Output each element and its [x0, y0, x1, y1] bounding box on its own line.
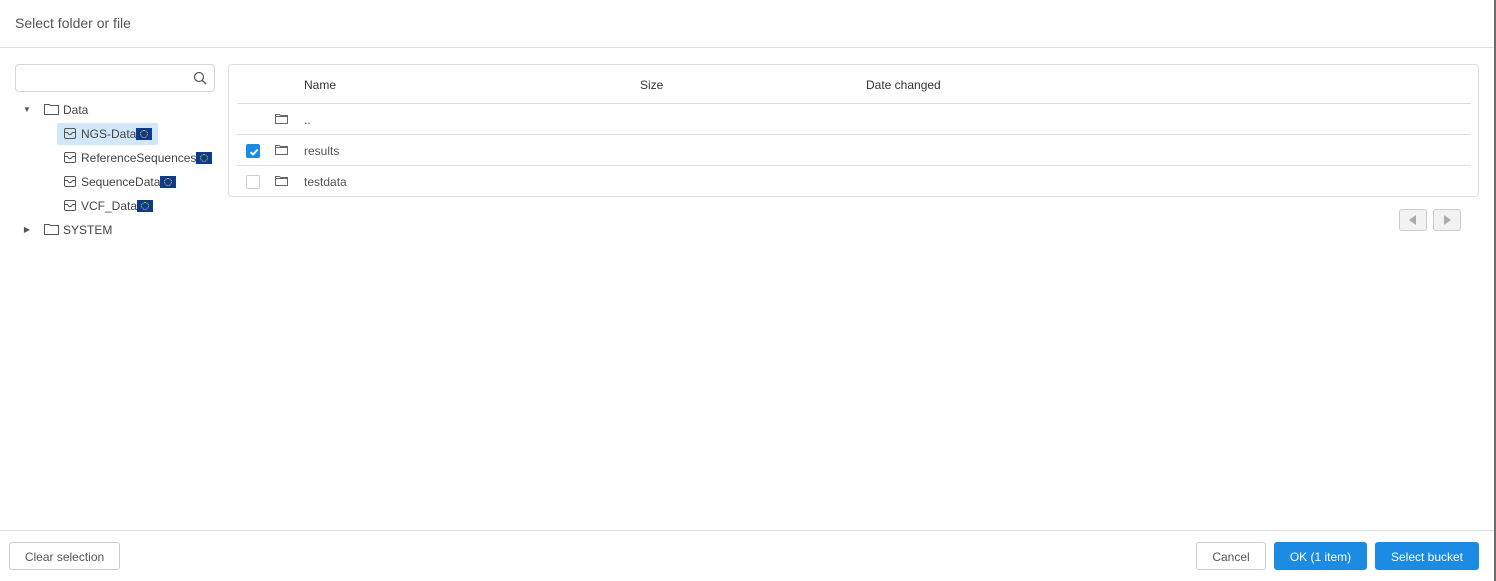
tree-item-ngs-data[interactable]: NGS-Data: [15, 122, 220, 146]
file-list-panel: Name Size Date changed .. results testda…: [228, 64, 1479, 197]
row-name: testdata: [304, 175, 347, 189]
row-checkbox[interactable]: [246, 175, 260, 189]
folder-icon: [44, 224, 59, 235]
eu-flag-icon: [137, 200, 154, 212]
bucket-icon: [64, 128, 76, 139]
tree-item-vcf-data[interactable]: VCF_Data: [15, 194, 220, 218]
tree-item-pill[interactable]: NGS-Data: [57, 123, 159, 145]
column-header-date[interactable]: Date changed: [866, 78, 941, 92]
next-page-button[interactable]: [1433, 209, 1461, 231]
table-header: Name Size Date changed: [237, 65, 1471, 104]
tree-node-system[interactable]: ▶ SYSTEM: [15, 218, 220, 242]
folder-icon: [275, 176, 288, 186]
dialog-footer: Clear selection Cancel OK (1 item) Selec…: [0, 530, 1494, 581]
eu-flag-icon: [136, 128, 153, 140]
tree-item-label: ReferenceSequences: [81, 151, 197, 165]
folder-icon: [44, 104, 59, 115]
column-header-size[interactable]: Size: [640, 78, 663, 92]
tree-item-label: SequenceData: [81, 175, 161, 189]
caret-down-icon[interactable]: ▼: [22, 98, 32, 122]
bucket-icon: [64, 200, 76, 211]
tree-item-referencesequences[interactable]: ReferenceSequences: [15, 146, 220, 170]
table-row[interactable]: testdata: [237, 166, 1471, 197]
search-box[interactable]: [15, 64, 215, 92]
dialog-header: Select folder or file: [0, 0, 1494, 48]
checkmark-icon: [249, 148, 259, 156]
select-bucket-button[interactable]: Select bucket: [1375, 542, 1479, 570]
row-name: ..: [304, 113, 311, 127]
column-header-name[interactable]: Name: [304, 78, 336, 92]
caret-right-icon[interactable]: ▶: [22, 218, 32, 242]
folder-icon: [275, 114, 288, 124]
tree-node-label: Data: [63, 103, 89, 117]
tree-node-label: SYSTEM: [63, 223, 113, 237]
folder-icon: [275, 145, 288, 155]
row-name: results: [304, 144, 340, 158]
table-row-parent[interactable]: ..: [237, 104, 1471, 135]
tree-item-sequencedata[interactable]: SequenceData: [15, 170, 220, 194]
previous-page-button[interactable]: [1399, 209, 1427, 231]
ok-button[interactable]: OK (1 item): [1274, 542, 1367, 570]
row-checkbox[interactable]: [246, 144, 260, 158]
tree-item-pill[interactable]: SequenceData: [57, 171, 182, 193]
bucket-icon: [64, 176, 76, 187]
dialog-title: Select folder or file: [15, 15, 131, 31]
clear-selection-button[interactable]: Clear selection: [9, 542, 120, 570]
bucket-icon: [64, 152, 76, 163]
search-input[interactable]: [16, 65, 186, 91]
tree-item-label: NGS-Data: [81, 127, 137, 141]
arrow-right-icon: [1444, 215, 1451, 225]
arrow-left-icon: [1409, 215, 1416, 225]
eu-flag-icon: [196, 152, 213, 164]
tree-item-label: VCF_Data: [81, 199, 138, 213]
tree-item-pill[interactable]: ReferenceSequences: [57, 147, 218, 169]
tree-node-data[interactable]: ▼ Data: [15, 98, 220, 122]
cancel-button[interactable]: Cancel: [1196, 542, 1266, 570]
search-icon[interactable]: [193, 71, 207, 85]
folder-tree: ▼ Data NGS-Data ReferenceSequences Seque…: [15, 98, 220, 242]
tree-item-pill[interactable]: VCF_Data: [57, 195, 159, 217]
eu-flag-icon: [160, 176, 177, 188]
table-row[interactable]: results: [237, 135, 1471, 166]
